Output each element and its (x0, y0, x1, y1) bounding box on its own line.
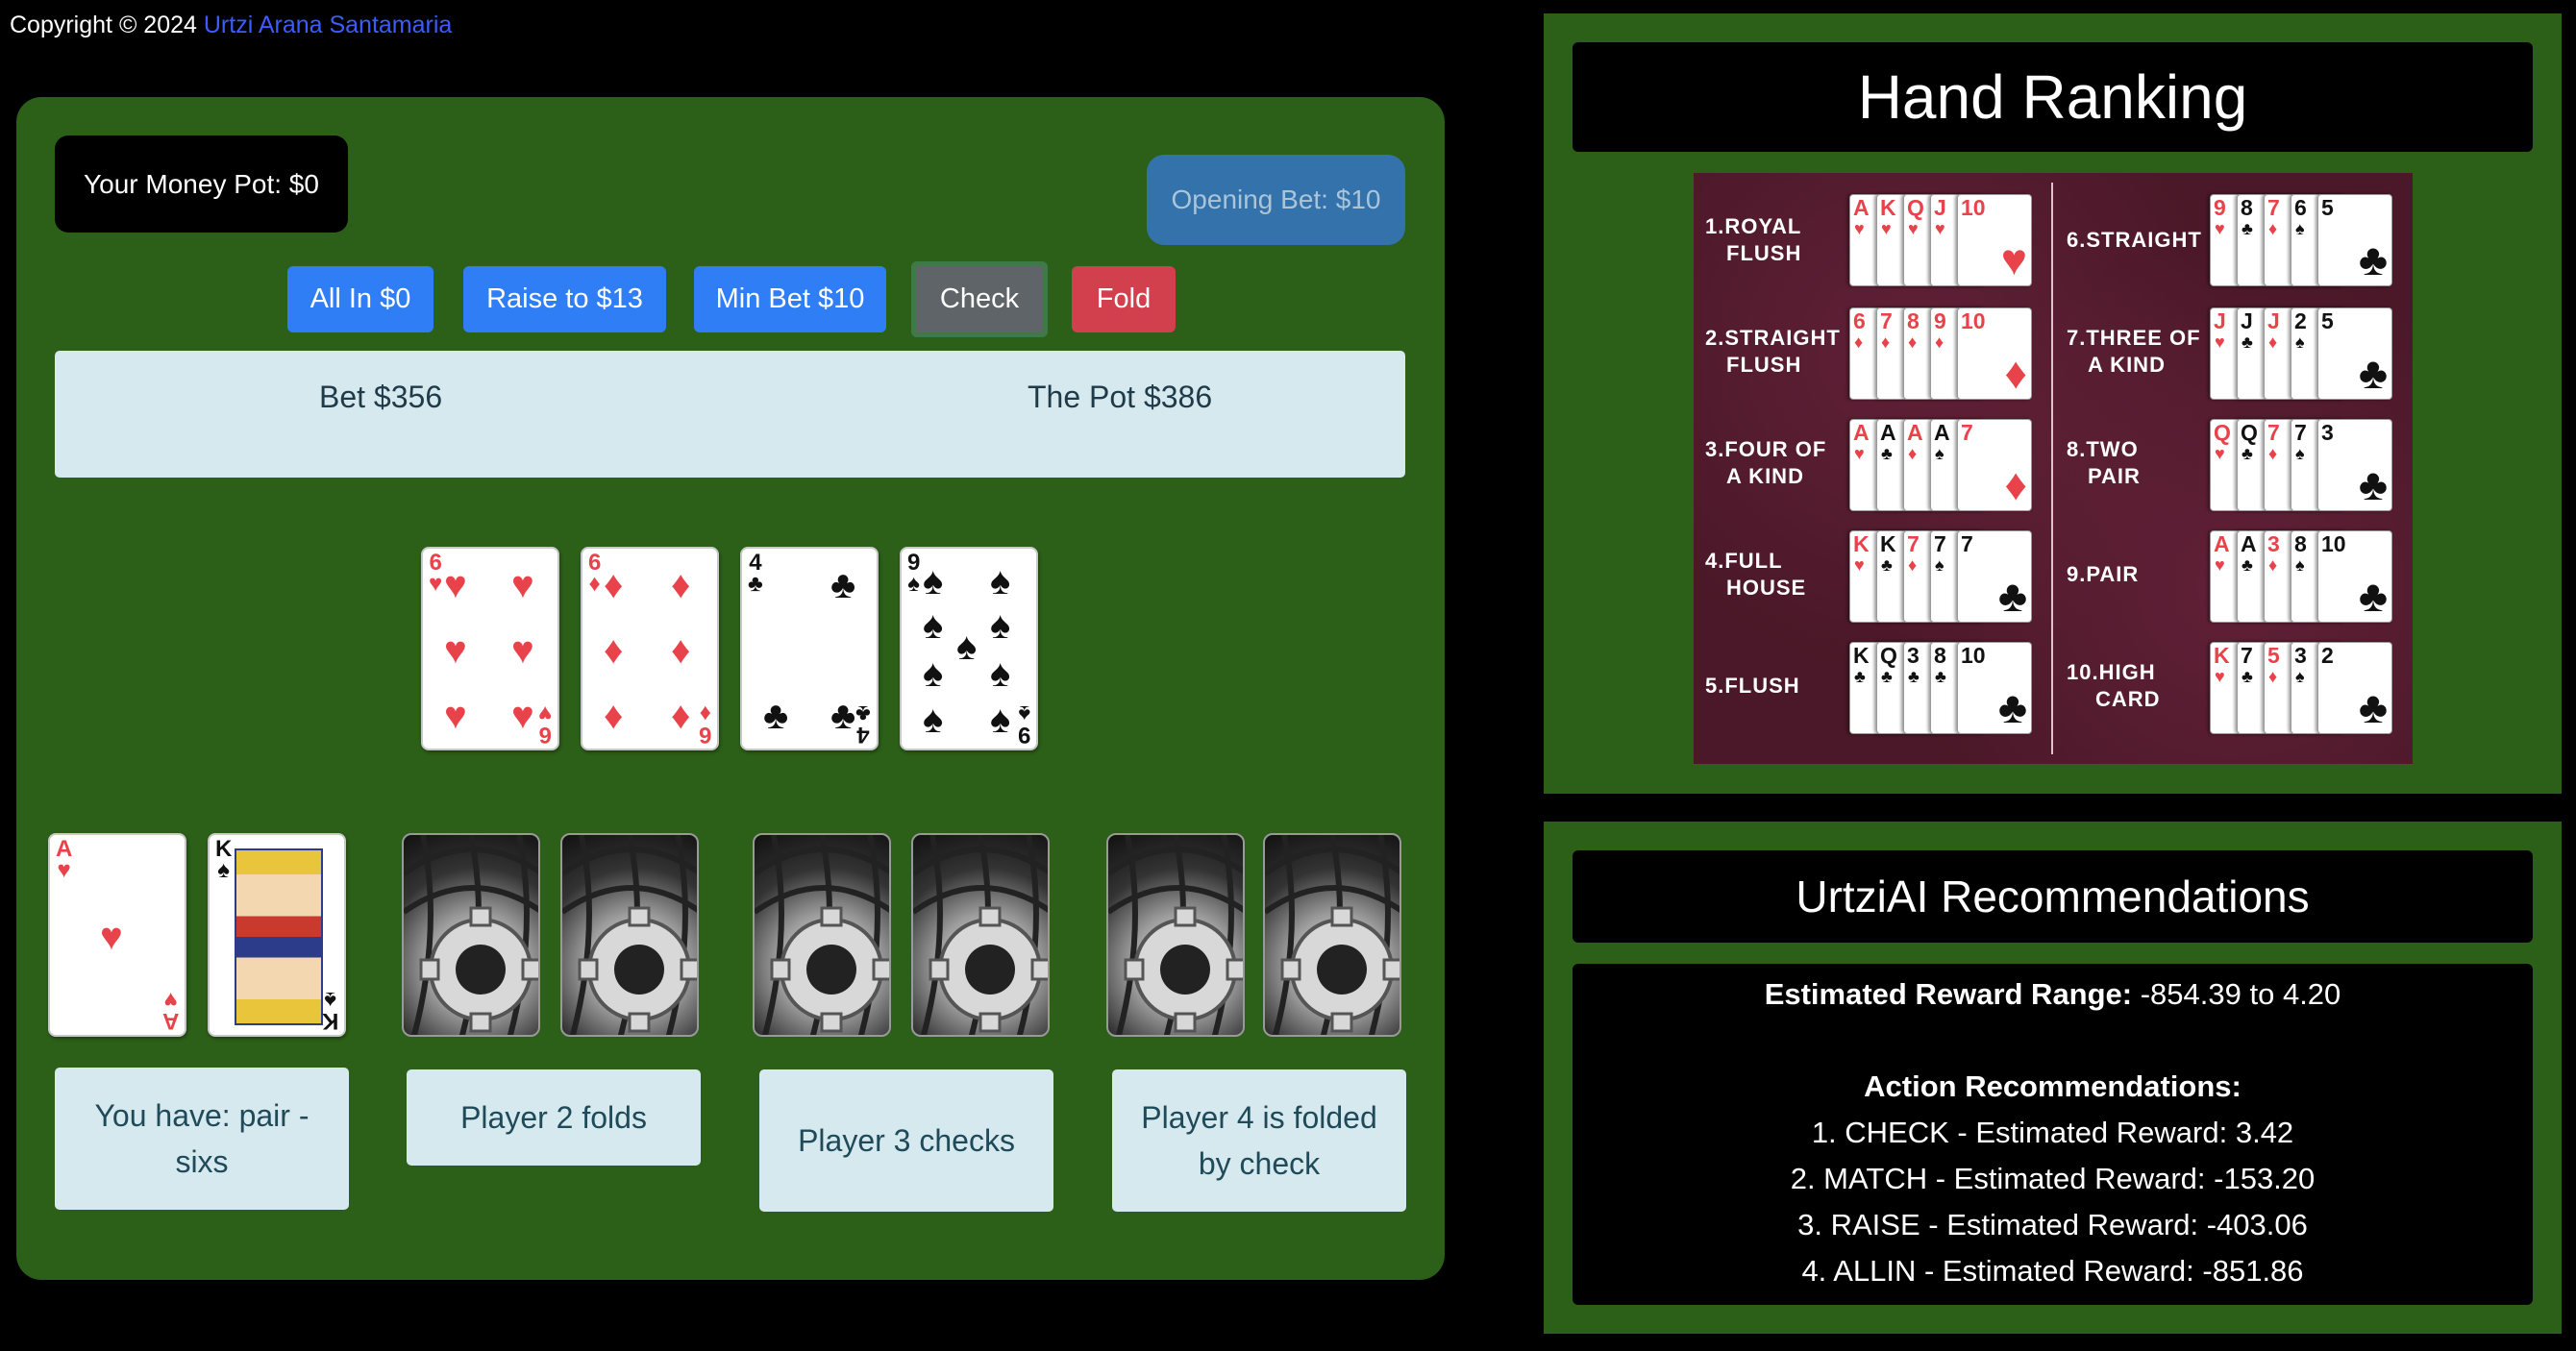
author-link[interactable]: Urtzi Arana Santamaria (204, 12, 452, 38)
card-back (911, 833, 1050, 1037)
card-back (1106, 833, 1245, 1037)
player1-status: You have: pair - sixs (55, 1068, 349, 1210)
player-card: A ♥ ♥ A ♥ (48, 833, 186, 1037)
card-back (753, 833, 891, 1037)
gear-icon (562, 835, 697, 1035)
rank-label-three-of-a-kind: 7.THREE OF A KIND (2067, 326, 2201, 377)
rank-label-pair: 9.PAIR (2067, 562, 2140, 586)
community-card: 6 ♥ ♥ ♥ ♥ ♥ ♥ ♥ 6 ♥ (421, 547, 559, 750)
rank-label-straight: 6.STRAIGHT (2067, 228, 2202, 252)
rank-label-high-card: 10.HIGH CARD (2067, 660, 2161, 711)
copyright-text: Copyright © 2024 (10, 12, 204, 38)
flush-cards: K ♣ Q ♣ 3 ♣ 8 ♣ 10 ♣ (1849, 642, 2032, 734)
fold-button[interactable]: Fold (1072, 266, 1176, 332)
all-in-button[interactable]: All In $0 (287, 266, 433, 332)
rank-label-flush: 5.FLUSH (1705, 674, 1800, 698)
straight-flush-cards: 6 ♦ 7 ♦ 8 ♦ 9 ♦ 10 ♦ (1849, 307, 2032, 400)
actions-heading: Action Recommendations: (1864, 1069, 2242, 1103)
card-back (560, 833, 699, 1037)
player-card: K ♠ K ♠ (208, 833, 346, 1037)
community-card: 6 ♦ ♦ ♦ ♦ ♦ ♦ ♦ 6 ♦ (581, 547, 719, 750)
poker-table: Your Money Pot: $0 Opening Bet: $10 All … (16, 97, 1445, 1280)
min-bet-button[interactable]: Min Bet $10 (694, 266, 886, 332)
pot-total: The Pot $386 (1028, 380, 1213, 414)
gear-icon (1108, 835, 1243, 1035)
royal-flush-cards: A ♥ K ♥ Q ♥ J ♥ 10 ♥ (1849, 194, 2032, 286)
king-portrait-icon (235, 848, 323, 1025)
hand-ranking-title: Hand Ranking (1573, 42, 2533, 152)
action-item: 4. ALLIN - Estimated Reward: -851.86 (1801, 1254, 2304, 1288)
action-item: 2. MATCH - Estimated Reward: -153.20 (1790, 1162, 2316, 1195)
reward-range: Estimated Reward Range: -854.39 to 4.20 (1764, 977, 2341, 1011)
current-bet: Bet $356 (319, 380, 443, 414)
rank-label-royal-flush: 1.ROYAL FLUSH (1705, 214, 1802, 265)
rank-label-four-of-a-kind: 3.FOUR OF A KIND (1705, 437, 1827, 488)
rank-label-full-house: 4.FULL HOUSE (1705, 549, 1807, 600)
gear-icon (755, 835, 889, 1035)
rank-label-straight-flush: 2.STRAIGHT FLUSH (1705, 326, 1841, 377)
card-back (402, 833, 540, 1037)
player4-status: Player 4 is folded by check (1112, 1069, 1406, 1212)
high-card-cards: K ♥ 7 ♣ 5 ♦ 3 ♠ 2 ♣ (2210, 642, 2392, 734)
straight-cards: 9 ♥ 8 ♣ 7 ♦ 6 ♠ 5 ♣ (2210, 194, 2392, 286)
ai-recommendations-body: Estimated Reward Range: -854.39 to 4.20 … (1573, 964, 2533, 1305)
gear-icon (404, 835, 538, 1035)
opening-bet-display: Opening Bet: $10 (1147, 155, 1405, 245)
action-item: 1. CHECK - Estimated Reward: 3.42 (1811, 1116, 2294, 1149)
hand-ranking-panel: Hand Ranking 1.ROYAL FLUSH 2.STRAIGHT FLUS… (1544, 13, 2562, 794)
gear-icon (1265, 835, 1399, 1035)
action-item: 3. RAISE - Estimated Reward: -403.06 (1797, 1208, 2308, 1241)
money-pot-display: Your Money Pot: $0 (55, 135, 348, 233)
player3-status: Player 3 checks (759, 1069, 1053, 1212)
card-back (1263, 833, 1401, 1037)
hand-ranking-chart: 1.ROYAL FLUSH 2.STRAIGHT FLUSH 3.FOUR OF A … (1694, 173, 2413, 764)
ai-recommendations-panel: UrtziAI Recommendations Estimated Reward… (1544, 822, 2562, 1334)
two-pair-cards: Q ♥ Q ♣ 7 ♦ 7 ♠ 3 ♣ (2210, 419, 2392, 511)
ranking-divider (2051, 183, 2053, 754)
player2-status: Player 2 folds (407, 1069, 701, 1166)
copyright-line: Copyright © 2024 Urtzi Arana Santamaria (10, 12, 452, 39)
full-house-cards: K ♥ K ♣ 7 ♦ 7 ♠ 7 ♣ (1849, 530, 2032, 623)
three-of-a-kind-cards: J ♥ J ♣ J ♦ 2 ♠ 5 ♣ (2210, 307, 2392, 400)
ai-title: UrtziAI Recommendations (1573, 850, 2533, 943)
check-button[interactable]: Check (911, 261, 1048, 337)
gear-icon (913, 835, 1048, 1035)
four-of-a-kind-cards: A ♥ A ♣ A ♦ A ♠ 7 ♦ (1849, 419, 2032, 511)
rank-label-two-pair: 8.TWO PAIR (2067, 437, 2141, 488)
raise-button[interactable]: Raise to $13 (463, 266, 666, 332)
pair-cards: A ♥ A ♣ 3 ♦ 8 ♠ 10 ♣ (2210, 530, 2392, 623)
community-card: 9 ♠ ♠ ♠ ♠ ♠ ♠ ♠ ♠ ♠ ♠ 9 ♠ (900, 547, 1038, 750)
bet-pot-bar: Bet $356 The Pot $386 (55, 351, 1405, 478)
community-card: 4 ♣ ♣ ♣ ♣ 4 ♣ (740, 547, 879, 750)
